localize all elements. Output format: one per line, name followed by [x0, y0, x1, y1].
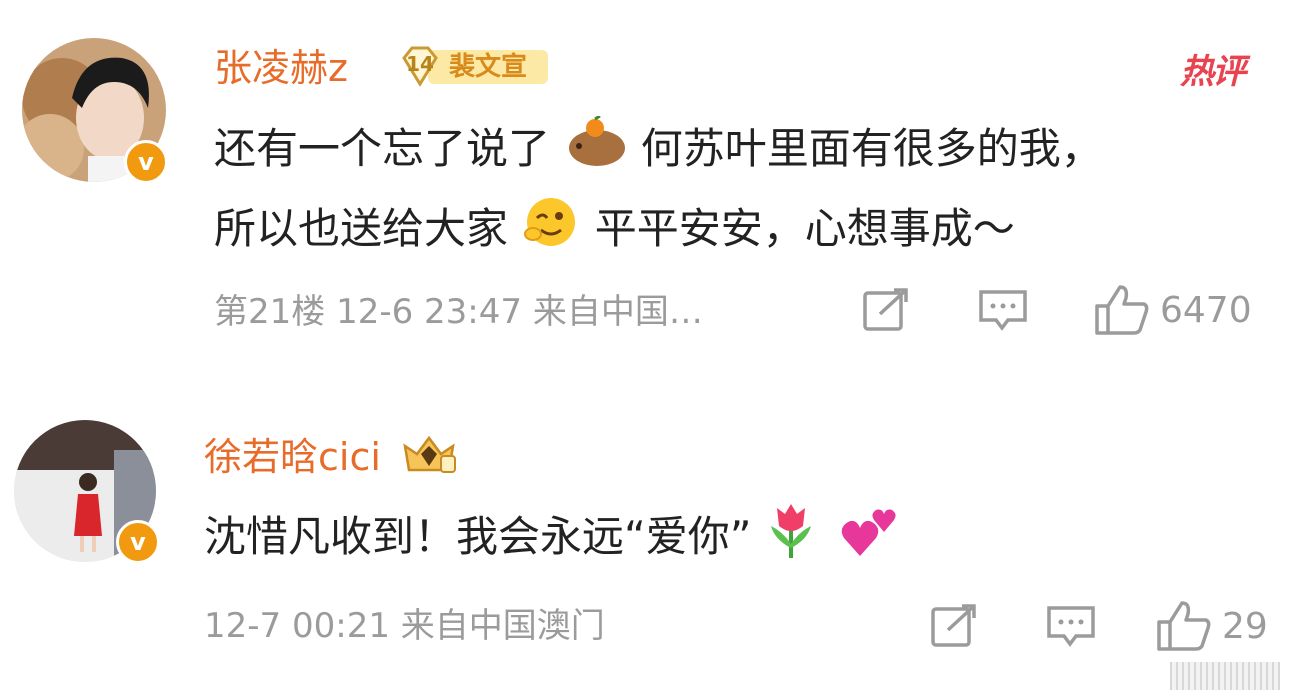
- comment-text: 所以也送给大家: [214, 204, 509, 253]
- comment-text-line: 所以也送给大家 平平安安，心想事成～: [214, 196, 1015, 267]
- comment-icon: [1047, 606, 1095, 647]
- comment-text-line: 沈惜凡收到！我会永远“爱你”: [204, 500, 900, 579]
- like-count: 6470: [1160, 289, 1252, 331]
- comment-text: 平平安安，心想事成～: [594, 204, 1015, 253]
- verified-badge-icon: v: [124, 140, 168, 184]
- watermark-stripes: [1170, 662, 1280, 690]
- thumbs-up-icon: [1157, 601, 1211, 651]
- crown-badge-icon: [399, 432, 459, 487]
- username[interactable]: 张凌赫z: [214, 44, 348, 92]
- username-text: 徐若晗cici: [204, 435, 381, 479]
- thumbs-up-icon: [1095, 285, 1149, 335]
- comment-text: 沈惜凡收到！我会永远“爱你”: [204, 512, 752, 561]
- hot-comment-label: 热评: [1180, 52, 1246, 92]
- share-icon: [863, 288, 908, 331]
- comment-meta: 第21楼 12-6 23:47 来自中国…: [214, 292, 703, 332]
- like-button[interactable]: 6470: [1094, 284, 1252, 336]
- like-count: 29: [1222, 605, 1268, 647]
- reply-button[interactable]: [978, 288, 1028, 332]
- capybara-emoji-icon: [563, 114, 627, 187]
- comment-text: 还有一个忘了说了: [214, 124, 551, 173]
- comment-item: v 张凌赫z 裴文宣 14 热评 还有一个忘了说了 何苏叶里面有很多的我， 所以…: [0, 0, 1290, 350]
- comment-icon: [979, 290, 1027, 331]
- share-icon: [931, 604, 976, 647]
- share-button[interactable]: [862, 288, 910, 332]
- diamond-icon: 14: [398, 44, 442, 88]
- fan-badge-level: 14: [406, 52, 434, 76]
- verified-badge-icon: v: [116, 520, 160, 564]
- tulip-emoji-icon: [765, 500, 817, 579]
- comment-text-line: 还有一个忘了说了 何苏叶里面有很多的我，: [214, 114, 1103, 187]
- comment-text: 何苏叶里面有很多的我，: [640, 124, 1103, 173]
- reply-button[interactable]: [1046, 604, 1096, 648]
- wink-emoji-icon: [521, 196, 581, 267]
- username[interactable]: 徐若晗cici: [204, 432, 459, 487]
- comment-meta: 12-7 00:21 来自中国澳门: [204, 606, 605, 646]
- share-button[interactable]: [930, 604, 978, 648]
- fan-badge-name: 裴文宣: [428, 50, 548, 84]
- two-hearts-emoji-icon: [840, 502, 900, 577]
- like-button[interactable]: 29: [1156, 600, 1268, 652]
- fan-badge: 裴文宣 14: [398, 44, 550, 90]
